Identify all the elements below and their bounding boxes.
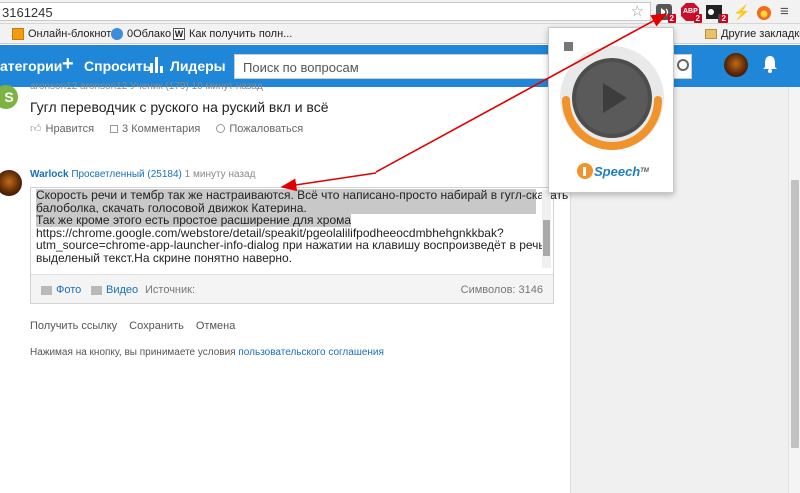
notepad-icon (12, 28, 24, 40)
editor-scroll-thumb[interactable] (543, 220, 550, 256)
ispeech-logo-icon (577, 163, 593, 179)
video-icon (91, 285, 102, 295)
source-field[interactable]: Источник: (145, 284, 195, 296)
answer-editor[interactable]: Скорость речи и тембр так же настраивают… (30, 187, 569, 304)
address-bar[interactable]: 3161245 ☆ (0, 2, 651, 21)
comment-actions: 👍︎ Нравится 3 Комментария Пожаловаться (30, 122, 303, 136)
author-rank: Просветленный (25184) (71, 169, 182, 180)
editor-line: выделеный текст.На скрине понятно наверн… (36, 250, 293, 265)
like-button[interactable]: 👍︎ Нравится (30, 122, 94, 136)
url-text: 3161245 (2, 5, 53, 20)
leaders-icon (150, 57, 164, 76)
star-icon[interactable]: ☆ (631, 3, 644, 20)
categories-link[interactable]: атегории (0, 58, 62, 74)
ispeech-badge: 2 (667, 14, 676, 23)
comment-icon (110, 124, 119, 133)
block-icon (216, 124, 226, 133)
bookmark-notepad[interactable]: Онлайн-блокнот (12, 27, 111, 41)
search-input[interactable]: Поиск по вопросам (234, 54, 594, 79)
get-link-button[interactable]: Получить ссылку (30, 320, 117, 332)
editor-links: Получить ссылку Сохранить Отмена (30, 320, 235, 332)
other-bookmarks[interactable]: Другие закладки (705, 27, 800, 41)
ispeech-logo: Speech TM (577, 163, 649, 179)
browser-toolbar: 3161245 ☆ 2 ABP 2 5 2 ⚡ ≡ (0, 0, 800, 24)
bookmarks-bar: Онлайн-блокнот 0Облако W Как получить по… (0, 24, 800, 44)
ispeech-popup: Speech TM (548, 27, 674, 193)
answer-meta: Warlock Просветленный (25184) 1 минуту н… (30, 169, 255, 180)
menu-icon[interactable]: ≡ (780, 3, 798, 21)
plus-icon: + (62, 53, 74, 75)
photo-button[interactable]: Фото (41, 284, 81, 296)
page-scrollbar[interactable] (788, 87, 800, 493)
char-count: Символов: 3146 (460, 284, 543, 296)
bookmark-article[interactable]: W Как получить полн... (173, 27, 292, 41)
adblock-extension-button[interactable]: ABP 2 (681, 3, 702, 23)
folder-icon (705, 29, 717, 39)
bookmark-cloud[interactable]: 0Облако (111, 27, 171, 41)
comment-text: Гугл переводчик с руского на руский вкл … (30, 99, 329, 115)
editor-toolbar: Фото Видео Источник: Символов: 3146 (31, 274, 553, 303)
bolt-icon[interactable]: ⚡ (733, 3, 751, 21)
bell-icon[interactable] (762, 55, 778, 76)
photo-icon (41, 285, 52, 295)
leaders-link[interactable]: Лидеры (170, 58, 226, 74)
scrollbar-thumb[interactable] (791, 180, 799, 448)
wordpress-icon: W (173, 28, 185, 40)
video-button[interactable]: Видео (91, 284, 138, 296)
fire-icon[interactable] (755, 3, 773, 21)
cloud-icon (111, 28, 123, 40)
answer-textarea[interactable]: Скорость речи и тембр так же настраивают… (36, 188, 569, 265)
terms-notice: Нажимая на кнопку, вы принимаете условия… (30, 347, 384, 358)
terms-link[interactable]: пользовательского соглашения (238, 347, 384, 358)
user-avatar[interactable] (724, 53, 748, 77)
editor-scrollbar[interactable] (542, 190, 551, 268)
author-name[interactable]: Warlock (30, 169, 69, 180)
adblock-badge: 2 (693, 14, 702, 23)
search-placeholder: Поиск по вопросам (243, 60, 359, 75)
comments-button[interactable]: 3 Комментария (110, 122, 200, 135)
ask-button[interactable]: Спросить (84, 58, 151, 74)
comment-meta: aronson12 aronson12 Ученик (179) 10 мину… (30, 81, 263, 92)
ispeech-extension-button[interactable]: 2 (655, 3, 676, 23)
extension-badge-2: 2 (719, 14, 728, 23)
cancel-button[interactable]: Отмена (196, 320, 235, 332)
answer-time: 1 минуту назад (184, 169, 256, 180)
editor-line: Скорость речи и тембр так же настраивают… (36, 188, 569, 202)
extension-button-2[interactable]: 2 (713, 9, 728, 23)
complain-button[interactable]: Пожаловаться (216, 122, 303, 135)
thumbs-up-icon: 👍︎ (30, 123, 42, 135)
save-button[interactable]: Сохранить (129, 320, 184, 332)
play-control[interactable] (557, 38, 667, 156)
